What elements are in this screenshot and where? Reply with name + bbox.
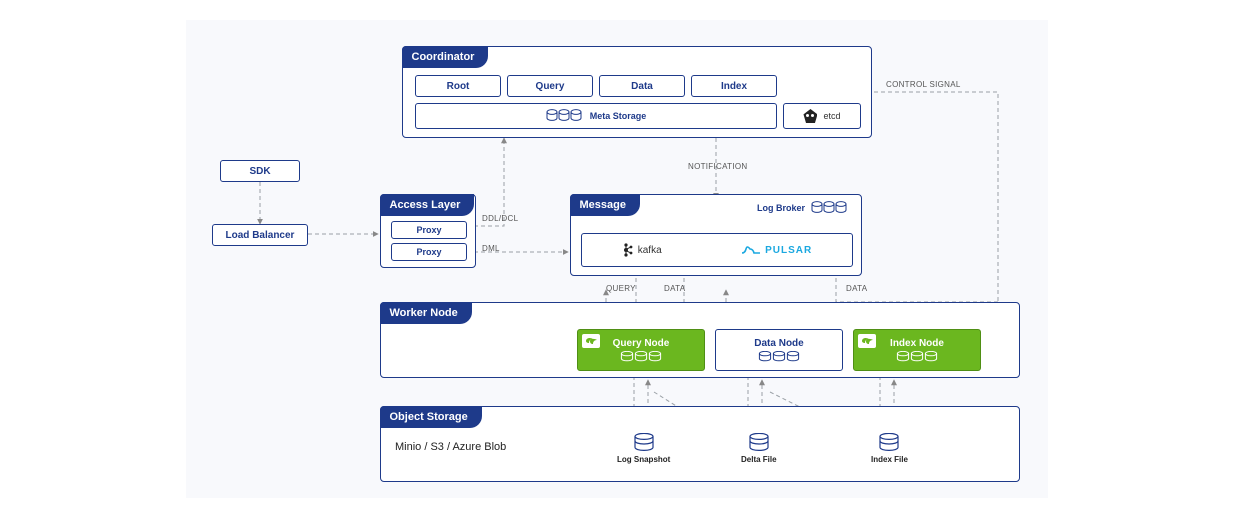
pulsar-label: PULSAR <box>765 245 812 256</box>
edge-data2-label: DATA <box>846 284 867 293</box>
index-node-label: Index Node <box>890 338 944 349</box>
etcd-label: etcd <box>823 111 840 121</box>
message-group: Message Log Broker kafka PULSAR <box>570 194 862 276</box>
access-layer-group: Access Layer Proxy Proxy <box>380 194 476 268</box>
worker-node-group: Worker Node Query Node Data Node Index N… <box>380 302 1020 378</box>
database-icon <box>633 433 655 453</box>
database-icon <box>546 109 582 123</box>
index-node: Index Node <box>853 329 981 371</box>
query-node-label: Query Node <box>613 338 670 349</box>
sdk-box: SDK <box>220 160 300 182</box>
sdk-label: SDK <box>249 166 270 177</box>
access-layer-title: Access Layer <box>380 194 475 216</box>
edge-dml-label: DML <box>482 244 500 253</box>
proxy-1: Proxy <box>391 221 467 239</box>
proxy-1-label: Proxy <box>416 225 441 235</box>
database-icon <box>748 433 770 453</box>
log-snapshot-item: Log Snapshot <box>617 433 670 464</box>
edge-notification-label: NOTIFICATION <box>688 162 747 171</box>
proxy-2-label: Proxy <box>416 247 441 257</box>
nvidia-icon <box>582 334 600 348</box>
kafka-icon <box>622 242 634 258</box>
coordinator-group: Coordinator Root Query Data Index Meta S… <box>402 46 872 138</box>
edge-ddl-label: DDL/DCL <box>482 214 518 223</box>
delta-file-item: Delta File <box>741 433 777 464</box>
diagram-canvas: SDK Load Balancer Coordinator Root Query… <box>186 20 1048 498</box>
coordinator-title: Coordinator <box>402 46 489 68</box>
database-icon <box>758 351 800 363</box>
load-balancer-box: Load Balancer <box>212 224 308 246</box>
coord-root: Root <box>415 75 501 97</box>
proxy-2: Proxy <box>391 243 467 261</box>
broker-impl-box: kafka PULSAR <box>581 233 853 267</box>
object-storage-group: Object Storage Minio / S3 / Azure Blob L… <box>380 406 1020 482</box>
log-broker-label: Log Broker <box>757 203 805 213</box>
coord-data: Data <box>599 75 685 97</box>
kafka-label: kafka <box>638 245 662 256</box>
index-file-item: Index File <box>871 433 908 464</box>
coord-index-label: Index <box>721 81 747 92</box>
delta-file-label: Delta File <box>741 455 777 464</box>
coord-data-label: Data <box>631 81 653 92</box>
etcd-box: etcd <box>783 103 861 129</box>
coord-index: Index <box>691 75 777 97</box>
etcd-icon <box>803 109 817 123</box>
message-title: Message <box>570 194 640 216</box>
worker-node-title: Worker Node <box>380 302 472 324</box>
log-broker-row: Log Broker <box>757 201 847 215</box>
storage-providers: Minio / S3 / Azure Blob <box>395 441 506 453</box>
load-balancer-label: Load Balancer <box>226 230 295 241</box>
database-icon <box>811 201 847 215</box>
nvidia-icon <box>858 334 876 348</box>
database-icon <box>620 351 662 363</box>
pulsar-box: PULSAR <box>741 244 812 256</box>
edge-query-label: QUERY <box>606 284 636 293</box>
kafka-box: kafka <box>622 242 662 258</box>
index-file-label: Index File <box>871 455 908 464</box>
query-node: Query Node <box>577 329 705 371</box>
object-storage-title: Object Storage <box>380 406 482 428</box>
database-icon <box>878 433 900 453</box>
coord-query-label: Query <box>536 81 565 92</box>
log-snapshot-label: Log Snapshot <box>617 455 670 464</box>
coord-query: Query <box>507 75 593 97</box>
data-node-label: Data Node <box>754 338 803 349</box>
data-node: Data Node <box>715 329 843 371</box>
meta-storage-box: Meta Storage <box>415 103 777 129</box>
meta-storage-label: Meta Storage <box>590 111 647 121</box>
pulsar-icon <box>741 244 761 256</box>
coord-root-label: Root <box>447 81 470 92</box>
database-icon <box>896 351 938 363</box>
edge-data-label: DATA <box>664 284 685 293</box>
edge-control-label: CONTROL SIGNAL <box>886 80 961 89</box>
